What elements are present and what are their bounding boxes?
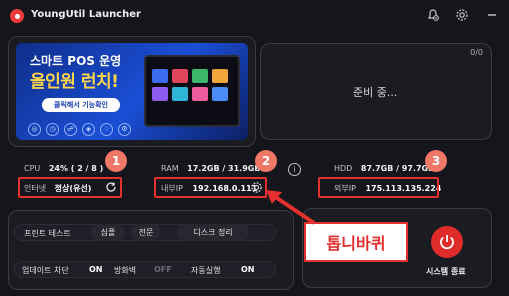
cpu-stat: CPU 24% ( 2 / 8 ) bbox=[24, 164, 103, 173]
firewall-toggle[interactable]: OFF bbox=[154, 265, 172, 274]
hdd-value: 87.7GB / 97.7GB bbox=[360, 164, 435, 173]
autorun-toggle[interactable]: ON bbox=[241, 265, 255, 274]
status-card: 0/0 준비 중... bbox=[260, 43, 492, 140]
bell-off-icon[interactable] bbox=[425, 8, 441, 24]
info-icon[interactable]: i bbox=[288, 163, 301, 176]
pos-tablet-image bbox=[144, 55, 240, 127]
feature-icon: ◈ bbox=[82, 123, 95, 136]
annotation-box-internal-ip bbox=[154, 177, 267, 198]
app-title: YoungUtil Launcher bbox=[31, 9, 141, 20]
hdd-stat: HDD 87.7GB / 97.7GB bbox=[334, 164, 434, 173]
print-full-button[interactable]: 전문 bbox=[131, 224, 161, 241]
title-bar: YoungUtil Launcher bbox=[0, 0, 509, 34]
gear-callout: 톱니바퀴 bbox=[304, 222, 408, 262]
annotation-box-internet bbox=[18, 177, 122, 198]
feature-icon: ◎ bbox=[28, 123, 41, 136]
status-text: 준비 중... bbox=[353, 86, 398, 99]
ram-stat: RAM 17.2GB / 31.9GB bbox=[161, 164, 260, 173]
hdd-label: HDD bbox=[334, 164, 353, 173]
minimize-icon[interactable] bbox=[484, 8, 500, 24]
autorun-label: 자동실행 bbox=[191, 266, 221, 275]
banner-title: 올인원 런치! bbox=[30, 72, 119, 92]
print-test-label: 프린트 테스트 bbox=[24, 229, 71, 238]
shutdown-button[interactable] bbox=[431, 226, 463, 258]
annotation-box-external-ip bbox=[318, 177, 439, 198]
banner-feature-icons: ◎ ◷ ☍ ◈ ♢ ⚙ bbox=[28, 123, 131, 136]
feature-icon: ◷ bbox=[46, 123, 59, 136]
feature-icon: ♢ bbox=[100, 123, 113, 136]
promo-banner[interactable]: 스마트 POS 운영 올인원 런치! 클릭해서 기능확인 ◎ ◷ ☍ ◈ ♢ ⚙ bbox=[16, 43, 248, 140]
print-simple-button[interactable]: 심플 bbox=[91, 224, 125, 241]
gear-icon[interactable] bbox=[454, 8, 470, 24]
progress-counter: 0/0 bbox=[470, 48, 483, 57]
annotation-number-3: 3 bbox=[425, 150, 447, 172]
ram-value: 17.2GB / 31.9GB bbox=[187, 164, 261, 173]
annotation-number-1: 1 bbox=[105, 150, 127, 172]
banner-feature-button[interactable]: 클릭해서 기능확인 bbox=[42, 98, 120, 112]
annotation-number-2: 2 bbox=[255, 150, 277, 172]
controls-card bbox=[8, 210, 294, 290]
update-block-toggle[interactable]: ON bbox=[89, 265, 103, 274]
update-block-label: 업데이트 차단 bbox=[22, 266, 69, 275]
ram-label: RAM bbox=[161, 164, 179, 173]
shutdown-label: 시스템 종료 bbox=[426, 267, 466, 276]
cpu-value: 24% ( 2 / 8 ) bbox=[48, 164, 104, 173]
cpu-label: CPU bbox=[24, 164, 41, 173]
firewall-label: 방화벽 bbox=[114, 266, 137, 275]
feature-icon: ⚙ bbox=[118, 123, 131, 136]
disk-cleanup-button[interactable]: 디스크 정리 bbox=[177, 224, 249, 241]
callout-text: 톱니바퀴 bbox=[326, 234, 386, 253]
callout-arrow-icon bbox=[266, 190, 316, 225]
app-logo-icon bbox=[10, 9, 24, 23]
feature-icon: ☍ bbox=[64, 123, 77, 136]
power-icon bbox=[440, 235, 454, 250]
